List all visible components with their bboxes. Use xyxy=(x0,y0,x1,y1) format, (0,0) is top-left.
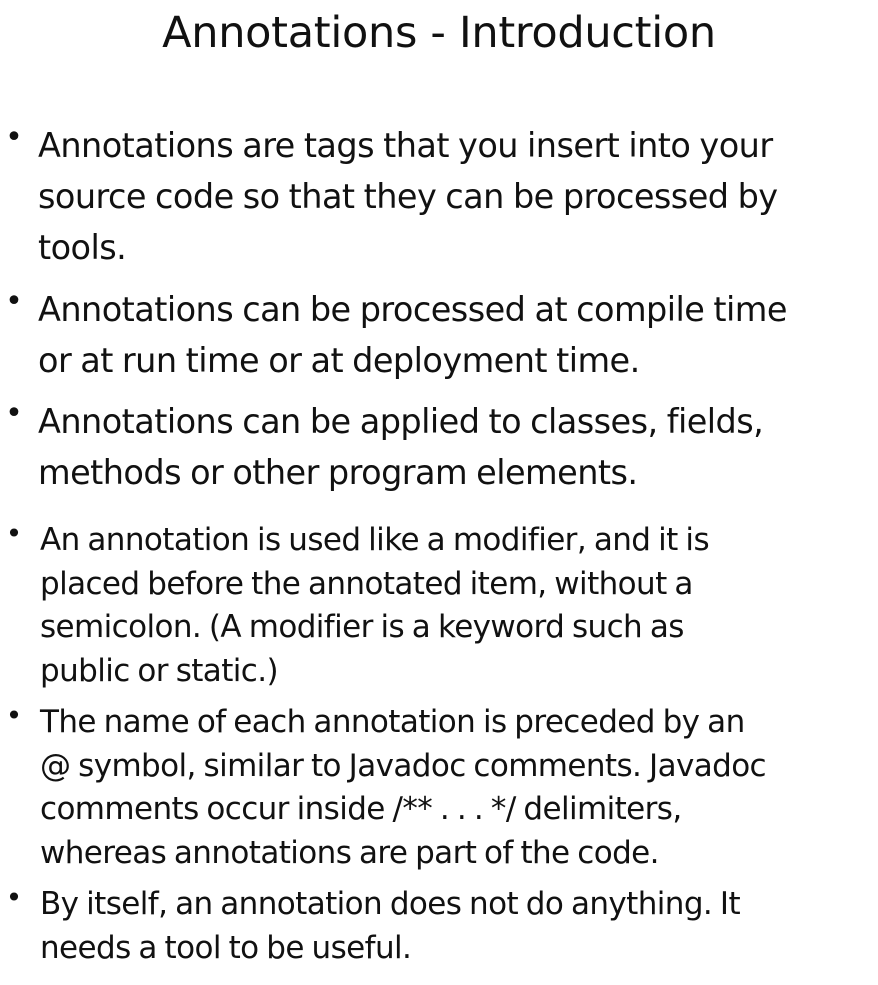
bullet-marker: • xyxy=(5,284,23,319)
bullet-text: An annotation is used like a modifier, a… xyxy=(40,522,710,689)
bullet-marker: • xyxy=(5,881,23,914)
bullet-text: The name of each annotation is preceded … xyxy=(40,704,767,871)
bullet-marker: • xyxy=(5,396,23,431)
bullet-marker: • xyxy=(5,120,23,155)
bullet-marker: • xyxy=(5,517,23,550)
slide: Annotations - Introduction • Annotations… xyxy=(0,0,878,985)
bullet-text: Annotations are tags that you insert int… xyxy=(38,126,778,267)
bullet-marker: • xyxy=(5,699,23,732)
bullet-list: • Annotations are tags that you insert i… xyxy=(0,0,878,985)
bullet-text: Annotations can be applied to classes, f… xyxy=(38,402,764,492)
bullet-text: Annotations can be processed at compile … xyxy=(38,290,787,380)
bullet-text: By itself, an annotation does not do any… xyxy=(40,886,741,966)
